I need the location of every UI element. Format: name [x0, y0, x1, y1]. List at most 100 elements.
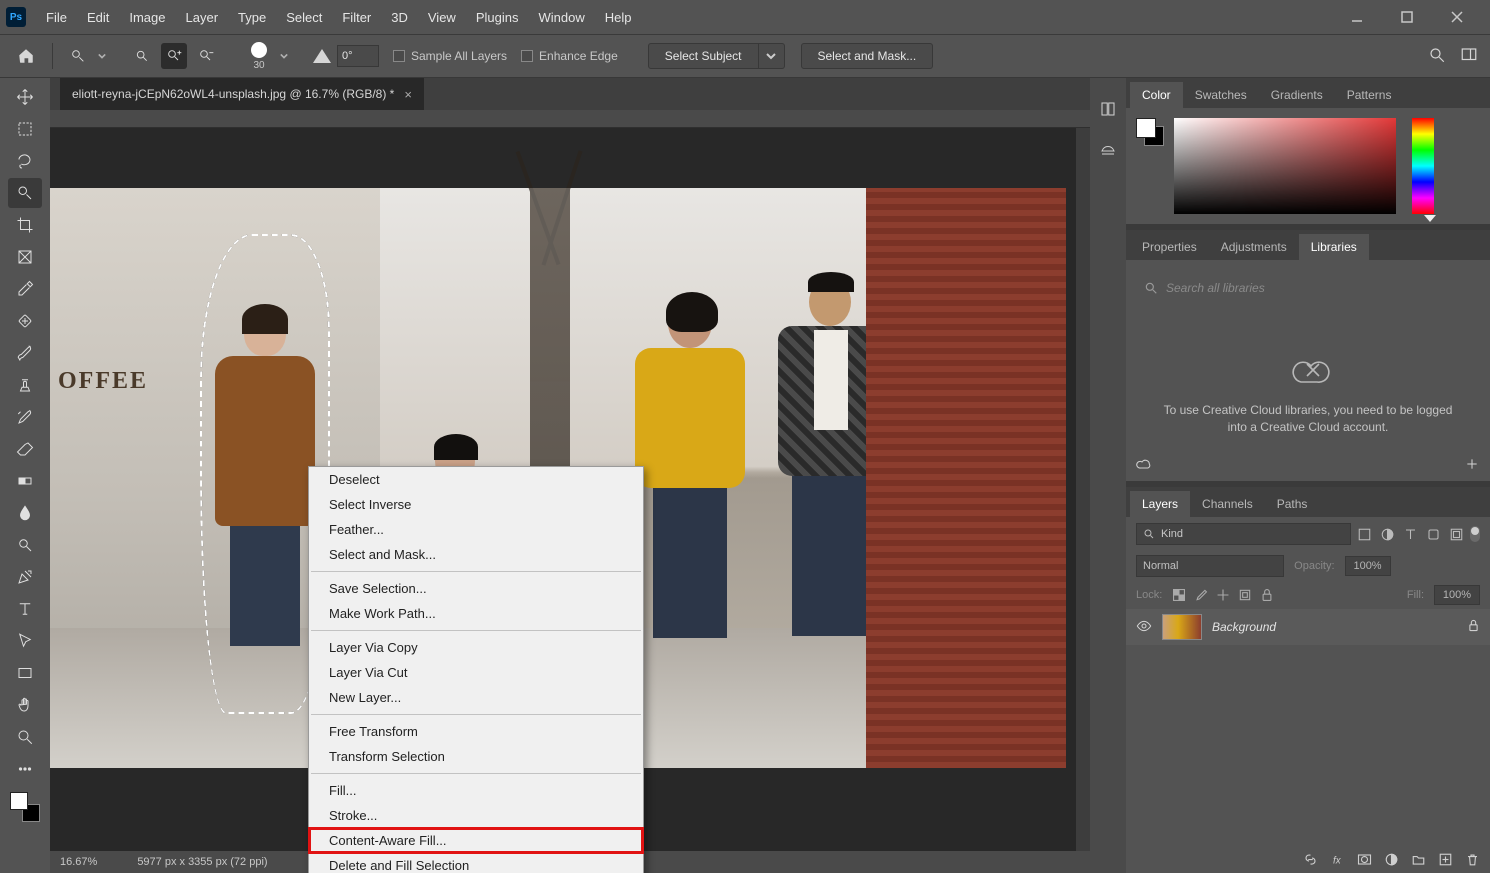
properties-panel-menu-icon[interactable]: [1474, 234, 1490, 260]
ctx-select-and-mask[interactable]: Select and Mask...: [309, 542, 643, 567]
ctx-layer-via-copy[interactable]: Layer Via Copy: [309, 635, 643, 660]
brush-picker-chevron-icon[interactable]: [279, 52, 289, 60]
tool-preset-chevron-icon[interactable]: [97, 52, 107, 60]
cloud-sync-icon[interactable]: [1136, 456, 1152, 475]
filter-type-icon[interactable]: [1403, 527, 1418, 542]
color-panel-menu-icon[interactable]: [1474, 82, 1490, 108]
menu-window[interactable]: Window: [528, 4, 594, 31]
lasso-tool[interactable]: [8, 146, 42, 176]
menu-type[interactable]: Type: [228, 4, 276, 31]
menu-image[interactable]: Image: [119, 4, 175, 31]
tab-channels[interactable]: Channels: [1190, 491, 1265, 517]
dodge-tool[interactable]: [8, 530, 42, 560]
rectangle-tool[interactable]: [8, 658, 42, 688]
delete-layer-icon[interactable]: [1465, 852, 1480, 867]
color-panel-swatches[interactable]: [1136, 118, 1164, 146]
tab-gradients[interactable]: Gradients: [1259, 82, 1335, 108]
filter-shape-icon[interactable]: [1426, 527, 1441, 542]
brush-angle-control[interactable]: 0°: [313, 45, 379, 67]
path-selection-tool[interactable]: [8, 626, 42, 656]
new-selection-icon[interactable]: [129, 43, 155, 69]
frame-tool[interactable]: [8, 242, 42, 272]
select-subject-button[interactable]: Select Subject: [648, 43, 759, 69]
marquee-tool[interactable]: [8, 114, 42, 144]
blend-mode-select[interactable]: Normal: [1136, 555, 1284, 577]
angle-field[interactable]: 0°: [337, 45, 379, 67]
lock-pixels-icon[interactable]: [1194, 588, 1208, 602]
eraser-tool[interactable]: [8, 434, 42, 464]
lock-all-icon[interactable]: [1260, 588, 1274, 602]
menu-layer[interactable]: Layer: [176, 4, 229, 31]
group-layers-icon[interactable]: [1411, 852, 1426, 867]
fill-field[interactable]: 100%: [1434, 585, 1480, 605]
ctx-feather[interactable]: Feather...: [309, 517, 643, 542]
tab-libraries[interactable]: Libraries: [1299, 234, 1369, 260]
close-tab-icon[interactable]: ×: [404, 87, 412, 102]
canvas-scrollbar-vertical[interactable]: [1076, 128, 1090, 851]
healing-brush-tool[interactable]: [8, 306, 42, 336]
move-tool[interactable]: [8, 82, 42, 112]
edit-toolbar-button[interactable]: [8, 754, 42, 784]
opacity-field[interactable]: 100%: [1345, 556, 1391, 576]
layer-row-background[interactable]: Background: [1126, 609, 1490, 645]
menu-3d[interactable]: 3D: [381, 4, 418, 31]
select-and-mask-button[interactable]: Select and Mask...: [801, 43, 934, 69]
document-tab[interactable]: eliott-reyna-jCEpN62oWL4-unsplash.jpg @ …: [60, 78, 424, 110]
search-icon[interactable]: [1428, 46, 1446, 67]
lock-transparency-icon[interactable]: [1172, 588, 1186, 602]
quick-select-tool-icon[interactable]: [65, 43, 91, 69]
layers-panel-menu-icon[interactable]: [1474, 491, 1490, 517]
layer-name-label[interactable]: Background: [1212, 620, 1276, 634]
hand-tool[interactable]: [8, 690, 42, 720]
tab-adjustments[interactable]: Adjustments: [1209, 234, 1299, 260]
menu-plugins[interactable]: Plugins: [466, 4, 529, 31]
gradient-tool[interactable]: [8, 466, 42, 496]
menu-edit[interactable]: Edit: [77, 4, 119, 31]
layer-filter-toggle[interactable]: [1470, 526, 1480, 542]
filter-pixel-icon[interactable]: [1357, 527, 1372, 542]
hue-slider[interactable]: [1412, 118, 1434, 214]
zoom-level[interactable]: 16.67%: [60, 856, 97, 868]
tab-swatches[interactable]: Swatches: [1183, 82, 1259, 108]
ctx-layer-via-cut[interactable]: Layer Via Cut: [309, 660, 643, 685]
tab-color[interactable]: Color: [1130, 82, 1183, 108]
ctx-make-work-path[interactable]: Make Work Path...: [309, 601, 643, 626]
window-maximize-button[interactable]: [1390, 5, 1424, 29]
quick-selection-tool[interactable]: [8, 178, 42, 208]
blur-tool[interactable]: [8, 498, 42, 528]
menu-select[interactable]: Select: [276, 4, 332, 31]
select-subject-dropdown[interactable]: [759, 43, 785, 69]
eyedropper-tool[interactable]: [8, 274, 42, 304]
crop-tool[interactable]: [8, 210, 42, 240]
ctx-deselect[interactable]: Deselect: [309, 467, 643, 492]
tab-properties[interactable]: Properties: [1130, 234, 1209, 260]
brush-size-preview[interactable]: 30: [245, 42, 273, 71]
tab-layers[interactable]: Layers: [1130, 491, 1190, 517]
clone-stamp-tool[interactable]: [8, 370, 42, 400]
sample-all-layers-checkbox[interactable]: Sample All Layers: [393, 49, 507, 63]
type-tool[interactable]: [8, 594, 42, 624]
pen-tool[interactable]: [8, 562, 42, 592]
menu-file[interactable]: File: [36, 4, 77, 31]
tab-paths[interactable]: Paths: [1265, 491, 1320, 517]
menu-view[interactable]: View: [418, 4, 466, 31]
subtract-from-selection-icon[interactable]: [193, 43, 219, 69]
ctx-fill[interactable]: Fill...: [309, 778, 643, 803]
panel-icon-1[interactable]: [1099, 100, 1117, 121]
panel-icon-2[interactable]: [1099, 139, 1117, 160]
enhance-edge-checkbox[interactable]: Enhance Edge: [521, 49, 618, 63]
ctx-content-aware-fill[interactable]: Content-Aware Fill...: [309, 828, 643, 853]
document-canvas[interactable]: OFFEE DeselectSelect InverseFeather...Se…: [50, 110, 1090, 873]
workspace-switcher-icon[interactable]: [1460, 46, 1478, 67]
layer-style-icon[interactable]: fx: [1330, 852, 1345, 867]
color-field[interactable]: [1174, 118, 1396, 214]
filter-smart-icon[interactable]: [1449, 527, 1464, 542]
tab-patterns[interactable]: Patterns: [1335, 82, 1404, 108]
filter-adjustment-icon[interactable]: [1380, 527, 1395, 542]
menu-filter[interactable]: Filter: [332, 4, 381, 31]
libraries-search-input[interactable]: Search all libraries: [1140, 274, 1476, 302]
lock-artboard-icon[interactable]: [1238, 588, 1252, 602]
ctx-transform-selection[interactable]: Transform Selection: [309, 744, 643, 769]
layer-mask-icon[interactable]: [1357, 852, 1372, 867]
add-to-selection-icon[interactable]: [161, 43, 187, 69]
